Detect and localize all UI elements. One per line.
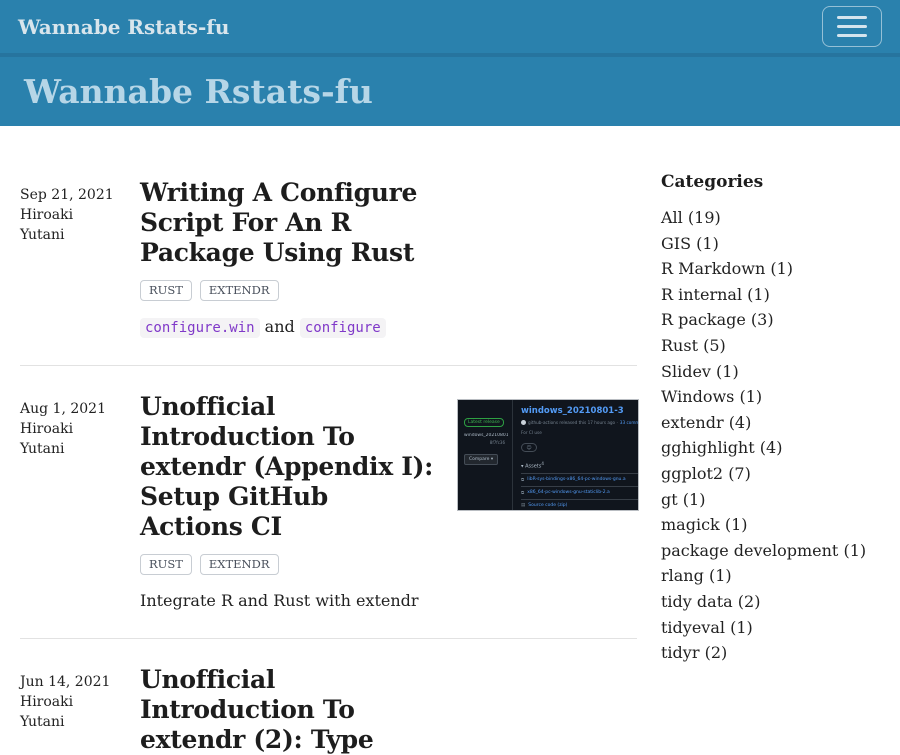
post-divider <box>20 365 637 366</box>
avatar <box>521 420 526 425</box>
category-link[interactable]: gt (1) <box>661 490 705 509</box>
github-release-screenshot: Latest release windows_20210801-3 8f7fc3… <box>457 399 639 511</box>
post-description: configure.win and configure <box>140 315 437 340</box>
release-main: windows_20210801-3 github-actions releas… <box>513 400 639 510</box>
release-sidebar: Latest release windows_20210801-3 8f7fc3… <box>458 400 513 510</box>
navbar-brand[interactable]: Wannabe Rstats-fu <box>18 15 229 39</box>
asset-row: ▤Source code (zip) <box>521 499 639 511</box>
category-link[interactable]: tidyr (2) <box>661 643 727 662</box>
category-item: Windows (1) <box>661 384 880 410</box>
category-item: R package (3) <box>661 307 880 333</box>
post-item: Aug 1, 2021 Hiroaki Yutani Unofficial In… <box>20 392 637 613</box>
post-divider <box>20 638 637 639</box>
tag-badge[interactable]: RUST <box>140 554 192 575</box>
category-link[interactable]: All (19) <box>661 208 721 227</box>
post-date: Jun 14, 2021 <box>20 672 140 692</box>
post-item: Jun 14, 2021 Hiroaki Yutani Unofficial I… <box>20 665 637 755</box>
release-tag: windows_20210801-3 <box>464 433 508 438</box>
paperclip-icon: ⧉ <box>521 477 524 483</box>
categories-heading: Categories <box>661 172 880 192</box>
category-item: tidyr (2) <box>661 640 880 666</box>
category-link[interactable]: Windows (1) <box>661 387 762 406</box>
top-navbar: Wannabe Rstats-fu <box>0 0 900 57</box>
category-item: magick (1) <box>661 512 880 538</box>
category-link[interactable]: tidy data (2) <box>661 592 760 611</box>
category-item: All (19) <box>661 205 880 231</box>
paperclip-icon: ⧉ <box>521 490 524 496</box>
category-link[interactable]: ggplot2 (7) <box>661 464 751 483</box>
post-author: Hiroaki Yutani <box>20 419 90 459</box>
byline-text: github-actions released this 17 hours ag… <box>528 420 618 425</box>
category-link[interactable]: Rust (5) <box>661 336 726 355</box>
category-item: Slidev (1) <box>661 359 880 385</box>
category-item: R Markdown (1) <box>661 256 880 282</box>
tag-badge[interactable]: EXTENDR <box>200 554 279 575</box>
post-author: Hiroaki Yutani <box>20 692 90 732</box>
description-text: and <box>260 317 300 336</box>
release-title: windows_20210801-3 <box>521 406 639 416</box>
category-item: GIS (1) <box>661 231 880 257</box>
site-banner: Wannabe Rstats-fu <box>0 57 900 126</box>
categories-list: All (19) GIS (1) R Markdown (1) R intern… <box>661 205 880 666</box>
post-title-link[interactable]: Writing A Configure Script For An R Pack… <box>140 178 437 268</box>
category-item: ggplot2 (7) <box>661 461 880 487</box>
inline-code: configure <box>300 318 386 338</box>
menu-toggle-button[interactable] <box>822 6 882 47</box>
post-title-link[interactable]: Unofficial Introduction To extendr (Appe… <box>140 392 437 542</box>
byline-link: 33 commits to main since this release <box>620 420 639 425</box>
latest-release-badge: Latest release <box>464 418 504 427</box>
inline-code: configure.win <box>140 318 260 338</box>
post-list: Sep 21, 2021 Hiroaki Yutani Writing A Co… <box>20 126 637 755</box>
category-item: gt (1) <box>661 487 880 513</box>
assets-heading: ▾ Assets4 <box>521 461 639 473</box>
post-date: Sep 21, 2021 <box>20 185 140 205</box>
category-item: R internal (1) <box>661 282 880 308</box>
reaction-button: ☺ <box>521 443 537 452</box>
zip-icon: ▤ <box>521 503 525 508</box>
tag-badge[interactable]: RUST <box>140 280 192 301</box>
category-item: Rust (5) <box>661 333 880 359</box>
page-content: Sep 21, 2021 Hiroaki Yutani Writing A Co… <box>0 126 900 755</box>
category-link[interactable]: rlang (1) <box>661 566 732 585</box>
tag-badge[interactable]: EXTENDR <box>200 280 279 301</box>
category-item: rlang (1) <box>661 563 880 589</box>
post-thumbnail[interactable]: Latest release windows_20210801-3 8f7fc3… <box>457 399 639 613</box>
post-body: Unofficial Introduction To extendr (Appe… <box>140 392 437 613</box>
post-item: Sep 21, 2021 Hiroaki Yutani Writing A Co… <box>20 178 637 340</box>
category-link[interactable]: GIS (1) <box>661 234 719 253</box>
asset-row: ⧉libR-sys-bindings-x86_64-pc-windows-gnu… <box>521 473 639 486</box>
category-item: tidyeval (1) <box>661 615 880 641</box>
category-item: extendr (4) <box>661 410 880 436</box>
release-note: For CI use <box>521 430 639 435</box>
post-date: Aug 1, 2021 <box>20 399 140 419</box>
post-title-link[interactable]: Unofficial Introduction To extendr (2): … <box>140 665 437 755</box>
category-item: tidy data (2) <box>661 589 880 615</box>
category-link[interactable]: R Markdown (1) <box>661 259 793 278</box>
category-item: package development (1) <box>661 538 880 564</box>
post-meta: Sep 21, 2021 Hiroaki Yutani <box>20 178 140 340</box>
category-link[interactable]: package development (1) <box>661 541 866 560</box>
category-item: gghighlight (4) <box>661 435 880 461</box>
release-byline: github-actions released this 17 hours ag… <box>521 420 639 425</box>
commit-hash: 8f7fc36 <box>464 440 508 445</box>
category-link[interactable]: extendr (4) <box>661 413 751 432</box>
post-author: Hiroaki Yutani <box>20 205 90 245</box>
category-link[interactable]: tidyeval (1) <box>661 618 753 637</box>
category-link[interactable]: magick (1) <box>661 515 748 534</box>
post-description: Integrate R and Rust with extendr <box>140 589 437 613</box>
post-tags: RUST EXTENDR <box>140 554 437 575</box>
asset-row: ⧉x86_64-pc-windows-gnu-staticlib-2.a <box>521 486 639 499</box>
site-title[interactable]: Wannabe Rstats-fu <box>24 72 373 111</box>
post-body: Writing A Configure Script For An R Pack… <box>140 178 437 340</box>
post-meta: Aug 1, 2021 Hiroaki Yutani <box>20 392 140 613</box>
categories-sidebar: Categories All (19) GIS (1) R Markdown (… <box>661 126 880 755</box>
post-body: Unofficial Introduction To extendr (2): … <box>140 665 437 755</box>
post-tags: RUST EXTENDR <box>140 280 437 301</box>
post-meta: Jun 14, 2021 Hiroaki Yutani <box>20 665 140 755</box>
category-link[interactable]: Slidev (1) <box>661 362 739 381</box>
category-link[interactable]: R internal (1) <box>661 285 770 304</box>
compare-button: Compare ▾ <box>464 454 498 465</box>
category-link[interactable]: R package (3) <box>661 310 774 329</box>
category-link[interactable]: gghighlight (4) <box>661 438 782 457</box>
